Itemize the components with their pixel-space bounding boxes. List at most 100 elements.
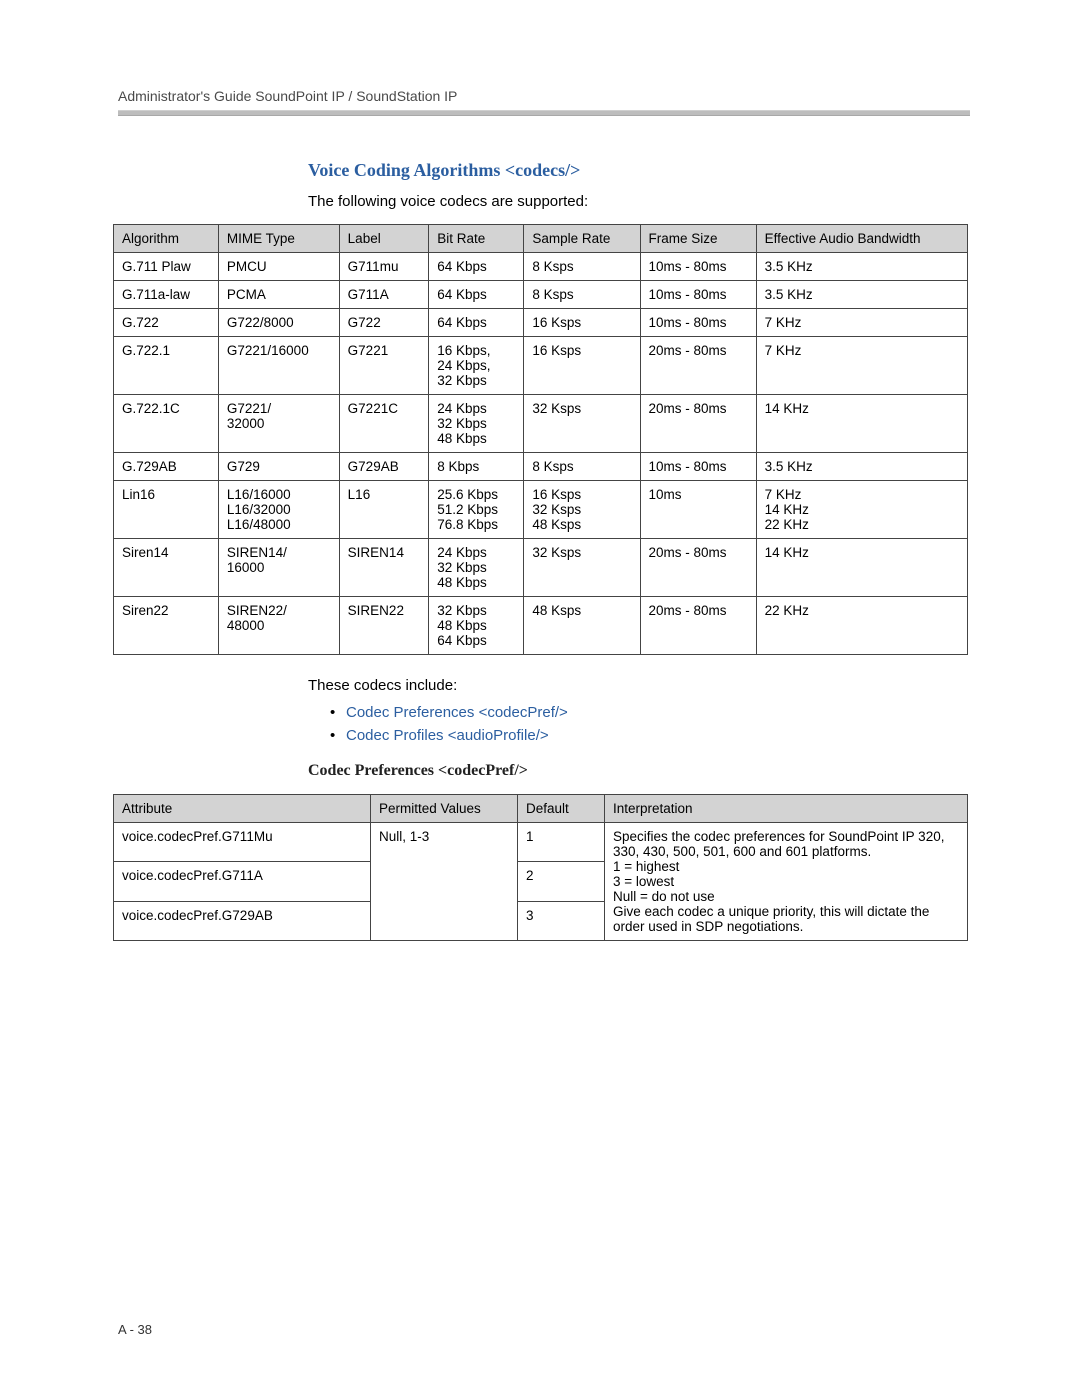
mid-text: These codecs include: [308, 677, 968, 694]
col-interpretation: Interpretation [605, 795, 968, 823]
page-footer: A - 38 [118, 1322, 152, 1337]
table-cell: G729AB [339, 453, 429, 481]
table-cell: L16 [339, 481, 429, 539]
col-permitted: Permitted Values [371, 795, 518, 823]
pref-table: Attribute Permitted Values Default Inter… [113, 794, 968, 941]
table-cell: G7221/ 32000 [218, 395, 339, 453]
table-cell: 64 Kbps [429, 309, 524, 337]
table-cell: 64 Kbps [429, 281, 524, 309]
table-cell: G.711a-law [114, 281, 219, 309]
table-cell: G722 [339, 309, 429, 337]
table-cell: 32 Ksps [524, 539, 640, 597]
table-cell: 20ms - 80ms [640, 539, 756, 597]
table-cell: 20ms - 80ms [640, 597, 756, 655]
table-cell: 14 KHz [756, 539, 967, 597]
table-cell: SIREN14/ 16000 [218, 539, 339, 597]
table-cell: G7221 [339, 337, 429, 395]
table-cell: PMCU [218, 253, 339, 281]
table-cell: Lin16 [114, 481, 219, 539]
table-cell: L16/16000 L16/32000 L16/48000 [218, 481, 339, 539]
table-cell: 16 Ksps [524, 309, 640, 337]
table-cell: G711mu [339, 253, 429, 281]
table-cell: 32 Kbps 48 Kbps 64 Kbps [429, 597, 524, 655]
table-cell: 10ms - 80ms [640, 281, 756, 309]
col-label: Label [339, 225, 429, 253]
subsection-title: Codec Preferences <codecPref/> [308, 762, 968, 780]
table-cell: 7 KHz 14 KHz 22 KHz [756, 481, 967, 539]
table-cell: G7221C [339, 395, 429, 453]
table-cell: 3.5 KHz [756, 281, 967, 309]
table-row: G.722.1CG7221/ 32000G7221C24 Kbps 32 Kbp… [114, 395, 968, 453]
table-cell: 25.6 Kbps 51.2 Kbps 76.8 Kbps [429, 481, 524, 539]
table-row: G.729ABG729G729AB8 Kbps8 Ksps10ms - 80ms… [114, 453, 968, 481]
table-cell: 7 KHz [756, 309, 967, 337]
table-cell: 16 Ksps 32 Ksps 48 Ksps [524, 481, 640, 539]
col-mime: MIME Type [218, 225, 339, 253]
col-frame: Frame Size [640, 225, 756, 253]
cell-default: 1 [518, 823, 605, 862]
cell-default: 3 [518, 901, 605, 940]
cell-default: 2 [518, 862, 605, 901]
col-algorithm: Algorithm [114, 225, 219, 253]
table-row: G.722G722/8000G72264 Kbps16 Ksps10ms - 8… [114, 309, 968, 337]
table-row: Siren22SIREN22/ 48000SIREN2232 Kbps 48 K… [114, 597, 968, 655]
col-bandwidth: Effective Audio Bandwidth [756, 225, 967, 253]
table-row: G.711a-lawPCMAG711A64 Kbps8 Ksps10ms - 8… [114, 281, 968, 309]
table-row: G.711 PlawPMCUG711mu64 Kbps8 Ksps10ms - … [114, 253, 968, 281]
link-list: •Codec Preferences <codecPref/> •Codec P… [330, 704, 968, 744]
table-cell: G.711 Plaw [114, 253, 219, 281]
link-codec-profiles[interactable]: Codec Profiles <audioProfile/> [346, 727, 549, 744]
table-row: Siren14SIREN14/ 16000SIREN1424 Kbps 32 K… [114, 539, 968, 597]
list-item: •Codec Preferences <codecPref/> [330, 704, 968, 721]
table-cell: 20ms - 80ms [640, 337, 756, 395]
table-cell: 24 Kbps 32 Kbps 48 Kbps [429, 395, 524, 453]
table-cell: 3.5 KHz [756, 253, 967, 281]
table-cell: 48 Ksps [524, 597, 640, 655]
cell-attr: voice.codecPref.G711A [114, 862, 371, 901]
table-row: G.722.1G7221/16000G722116 Kbps, 24 Kbps,… [114, 337, 968, 395]
cell-permitted: Null, 1-3 [371, 823, 518, 941]
table-cell: SIREN14 [339, 539, 429, 597]
table-cell: G.722 [114, 309, 219, 337]
col-default: Default [518, 795, 605, 823]
bullet-icon: • [330, 704, 346, 721]
table-cell: Siren22 [114, 597, 219, 655]
table-cell: G7221/16000 [218, 337, 339, 395]
cell-attr: voice.codecPref.G711Mu [114, 823, 371, 862]
table-cell: 16 Ksps [524, 337, 640, 395]
col-sample: Sample Rate [524, 225, 640, 253]
table-cell: 8 Ksps [524, 281, 640, 309]
table-cell: G.722.1 [114, 337, 219, 395]
header-rule [118, 110, 970, 116]
table-cell: 20ms - 80ms [640, 395, 756, 453]
col-attribute: Attribute [114, 795, 371, 823]
table-cell: 3.5 KHz [756, 453, 967, 481]
table-cell: 24 Kbps 32 Kbps 48 Kbps [429, 539, 524, 597]
table-cell: G.729AB [114, 453, 219, 481]
table-cell: 32 Ksps [524, 395, 640, 453]
table-cell: 7 KHz [756, 337, 967, 395]
list-item: •Codec Profiles <audioProfile/> [330, 727, 968, 744]
codec-table: Algorithm MIME Type Label Bit Rate Sampl… [113, 224, 968, 655]
cell-interpretation: Specifies the codec preferences for Soun… [605, 823, 968, 941]
table-cell: 16 Kbps, 24 Kbps, 32 Kbps [429, 337, 524, 395]
table-cell: 10ms [640, 481, 756, 539]
table-cell: G711A [339, 281, 429, 309]
table-row: voice.codecPref.G711Mu Null, 1-3 1 Speci… [114, 823, 968, 862]
table-cell: 8 Ksps [524, 453, 640, 481]
table-cell: 8 Kbps [429, 453, 524, 481]
col-bitrate: Bit Rate [429, 225, 524, 253]
table-cell: G729 [218, 453, 339, 481]
table-cell: 10ms - 80ms [640, 253, 756, 281]
intro-text: The following voice codecs are supported… [308, 193, 968, 210]
section-title: Voice Coding Algorithms <codecs/> [308, 160, 968, 181]
table-cell: 10ms - 80ms [640, 309, 756, 337]
link-codec-pref[interactable]: Codec Preferences <codecPref/> [346, 704, 568, 721]
table-cell: SIREN22/ 48000 [218, 597, 339, 655]
table-cell: PCMA [218, 281, 339, 309]
bullet-icon: • [330, 727, 346, 744]
page-header: Administrator's Guide SoundPoint IP / So… [118, 88, 970, 110]
table-cell: 10ms - 80ms [640, 453, 756, 481]
cell-attr: voice.codecPref.G729AB [114, 901, 371, 940]
table-cell: G.722.1C [114, 395, 219, 453]
